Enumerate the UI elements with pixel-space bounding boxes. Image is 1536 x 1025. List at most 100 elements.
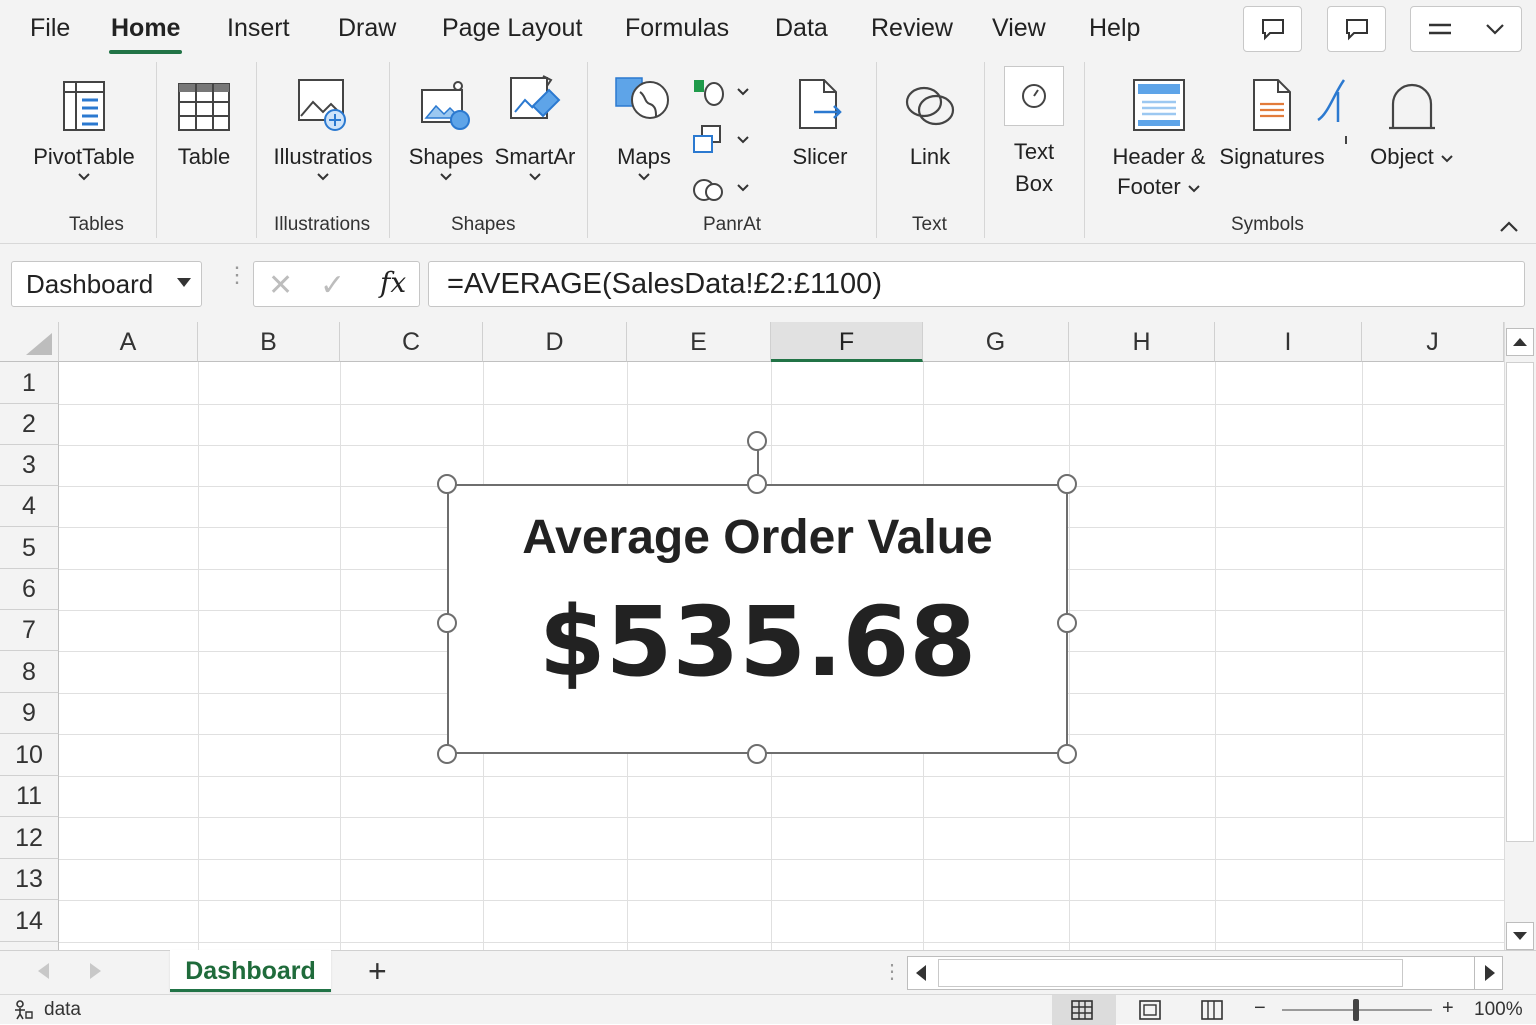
tab-insert[interactable]: Insert — [227, 14, 290, 43]
textbox-button[interactable]: Text Box — [1002, 66, 1066, 200]
column-header[interactable]: D — [483, 322, 627, 362]
zoom-out-button[interactable]: − — [1254, 997, 1266, 1020]
prev-sheet-icon[interactable] — [38, 963, 49, 979]
add-sheet-button[interactable]: + — [368, 953, 387, 990]
row-header[interactable]: 7 — [0, 610, 59, 651]
row-header[interactable]: 3 — [0, 445, 59, 486]
formula-bar: Dashboard ⋮ ✕ ✓ fx =AVERAGE(SalesData!£2… — [0, 244, 1536, 322]
column-header[interactable]: C — [340, 322, 483, 362]
enter-check-icon[interactable]: ✓ — [320, 268, 345, 303]
tab-formulas[interactable]: Formulas — [625, 14, 729, 43]
insert-function-icon[interactable]: fx — [380, 266, 406, 299]
row-header[interactable]: 6 — [0, 569, 59, 610]
ribbon-separator — [256, 62, 257, 238]
tab-file[interactable]: File — [30, 14, 70, 43]
collapse-ribbon-icon[interactable] — [1498, 220, 1520, 234]
kpi-title[interactable]: Average Order Value — [449, 510, 1066, 565]
shapes-button[interactable]: Shapes — [405, 70, 487, 182]
row-header[interactable]: 12 — [0, 817, 59, 859]
formula-buttons: ✕ ✓ fx — [253, 261, 420, 307]
vertical-scroll-thumb[interactable] — [1506, 362, 1534, 842]
ribbon-display-options-button[interactable] — [1410, 6, 1522, 52]
kpi-value[interactable]: $535.68 — [449, 586, 1066, 698]
resize-handle-top-left[interactable] — [437, 474, 457, 494]
row-header[interactable]: 9 — [0, 693, 59, 734]
table-button[interactable]: Table — [168, 70, 240, 172]
resize-handle-bottom-right[interactable] — [1057, 744, 1077, 764]
resize-handle-right[interactable] — [1057, 613, 1077, 633]
textbox-icon — [1022, 84, 1046, 108]
tab-draw[interactable]: Draw — [338, 14, 396, 43]
tab-review[interactable]: Review — [871, 14, 953, 43]
tab-home[interactable]: Home — [108, 14, 183, 54]
row-header[interactable]: 10 — [0, 734, 59, 776]
rotation-handle[interactable] — [747, 431, 767, 451]
drag-handle-icon[interactable]: ⋮ — [226, 264, 248, 286]
horizontal-scroll-thumb[interactable] — [938, 959, 1403, 987]
column-header-selected[interactable]: F — [771, 322, 923, 362]
illustrations-button[interactable]: Illustratios — [266, 70, 380, 182]
resize-handle-bottom-left[interactable] — [437, 744, 457, 764]
tab-split-handle-icon[interactable]: ⋮ — [882, 959, 902, 984]
row-header[interactable]: 5 — [0, 527, 59, 569]
resize-handle-left[interactable] — [437, 613, 457, 633]
column-header[interactable]: G — [923, 322, 1069, 362]
row-header[interactable]: 1 — [0, 362, 59, 404]
column-header[interactable]: J — [1362, 322, 1504, 362]
scroll-left-icon[interactable] — [916, 965, 926, 981]
scroll-up-button[interactable] — [1506, 328, 1534, 356]
tab-help[interactable]: Help — [1089, 14, 1140, 43]
comments-button[interactable] — [1243, 6, 1302, 52]
formula-input[interactable]: =AVERAGE(SalesData!£2:£1100) — [428, 261, 1525, 307]
cancel-icon[interactable]: ✕ — [268, 268, 293, 303]
next-sheet-icon[interactable] — [90, 963, 101, 979]
row-header[interactable]: 4 — [0, 486, 59, 527]
scroll-right-button[interactable] — [1474, 957, 1502, 989]
link-button[interactable]: Link — [900, 70, 960, 172]
row-header[interactable]: 14 — [0, 900, 59, 942]
name-box[interactable]: Dashboard — [11, 261, 202, 307]
name-box-dropdown-icon[interactable] — [177, 278, 191, 287]
column-header[interactable]: A — [59, 322, 198, 362]
row-header[interactable]: 11 — [0, 776, 59, 817]
tab-data[interactable]: Data — [775, 14, 828, 43]
share-button[interactable] — [1327, 6, 1386, 52]
zoom-slider-thumb[interactable] — [1353, 999, 1359, 1021]
sheet-tab-dashboard[interactable]: Dashboard — [170, 950, 331, 992]
chart-type-button-2[interactable] — [690, 124, 750, 156]
page-layout-view-icon[interactable] — [1138, 999, 1162, 1021]
gridline — [59, 859, 1504, 860]
object-button[interactable]: Object — [1364, 70, 1460, 172]
column-header[interactable]: B — [198, 322, 340, 362]
maps-button[interactable]: Maps — [606, 70, 682, 182]
pivottable-button[interactable]: PivotTable — [28, 70, 140, 182]
slicer-button[interactable]: Slicer — [782, 70, 858, 172]
tab-view[interactable]: View — [992, 14, 1046, 43]
smartart-button[interactable]: SmartAr — [492, 70, 578, 182]
tab-page-layout[interactable]: Page Layout — [442, 14, 582, 43]
kpi-textbox[interactable]: Average Order Value $535.68 — [447, 484, 1068, 754]
chart-type-button-1[interactable] — [690, 76, 750, 108]
normal-view-button[interactable] — [1052, 995, 1116, 1025]
horizontal-scrollbar[interactable] — [907, 956, 1503, 990]
resize-handle-top[interactable] — [747, 474, 767, 494]
row-header[interactable]: 2 — [0, 404, 59, 445]
scroll-down-button[interactable] — [1506, 922, 1534, 950]
row-header[interactable]: 8 — [0, 651, 59, 693]
accessibility-icon[interactable] — [12, 1000, 34, 1020]
equation-button[interactable] — [1308, 70, 1356, 146]
zoom-level[interactable]: 100% — [1474, 999, 1523, 1021]
chart-type-button-3[interactable] — [690, 172, 750, 204]
column-header[interactable]: I — [1215, 322, 1362, 362]
vertical-scrollbar[interactable] — [1504, 322, 1536, 950]
resize-handle-bottom[interactable] — [747, 744, 767, 764]
row-header[interactable]: 13 — [0, 859, 59, 900]
status-text: data — [44, 999, 81, 1020]
column-header[interactable]: H — [1069, 322, 1215, 362]
select-all-button[interactable] — [0, 322, 59, 362]
column-header[interactable]: E — [627, 322, 771, 362]
zoom-in-button[interactable]: + — [1442, 997, 1454, 1020]
header-footer-button[interactable]: Header & Footer — [1106, 70, 1212, 202]
page-break-view-icon[interactable] — [1200, 999, 1224, 1021]
resize-handle-top-right[interactable] — [1057, 474, 1077, 494]
